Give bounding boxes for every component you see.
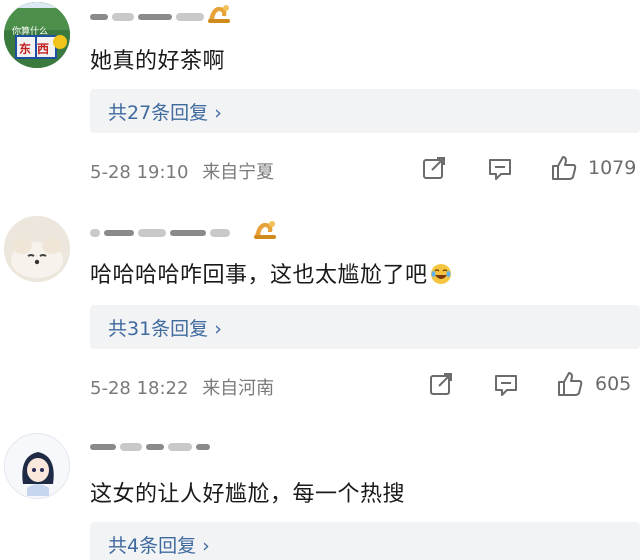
reply-count-button[interactable]: 共4条回复 ›: [90, 522, 640, 560]
thumbs-up-icon[interactable]: [556, 370, 584, 398]
thumbs-up-icon[interactable]: [550, 154, 578, 182]
share-icon[interactable]: [428, 371, 454, 397]
comment-text: 哈哈哈哈咋回事，这也太尴尬了吧: [90, 257, 452, 289]
avatar-caption: 你算什么: [12, 27, 49, 37]
avatar-image: [5, 434, 69, 498]
reply-count-label: 共31条回复 ›: [108, 318, 222, 340]
avatar[interactable]: [4, 216, 70, 282]
reply-count-button[interactable]: 共31条回复 ›: [90, 305, 640, 349]
share-icon[interactable]: [421, 155, 447, 181]
comment-actions: 605: [0, 369, 640, 399]
reply-count-label: 共4条回复 ›: [108, 535, 210, 557]
avatar[interactable]: [4, 433, 70, 499]
comment-icon[interactable]: [487, 156, 513, 182]
comment-text-body: 哈哈哈哈咋回事，这也太尴尬了吧: [90, 263, 428, 288]
comment-actions: 1079: [0, 153, 640, 183]
avatar-caption-main: 东西: [19, 42, 56, 56]
comment-text: 这女的让人好尴尬，每一个热搜: [90, 482, 406, 507]
comment-text: 她真的好茶啊: [90, 49, 226, 74]
username[interactable]: [90, 436, 240, 458]
avatar[interactable]: 你算什么 东西: [4, 2, 70, 68]
like-count: 1079: [588, 157, 637, 179]
avatar-image: [4, 216, 70, 282]
reply-count-label: 共27条回复 ›: [108, 102, 222, 124]
comment-icon[interactable]: [493, 372, 519, 398]
username[interactable]: [90, 222, 240, 244]
reply-count-button[interactable]: 共27条回复 ›: [90, 89, 640, 133]
fan-badge-icon: [254, 221, 276, 239]
laughing-emoji-icon: [430, 264, 451, 284]
fan-badge-icon: [208, 5, 230, 23]
like-count: 605: [595, 373, 632, 395]
